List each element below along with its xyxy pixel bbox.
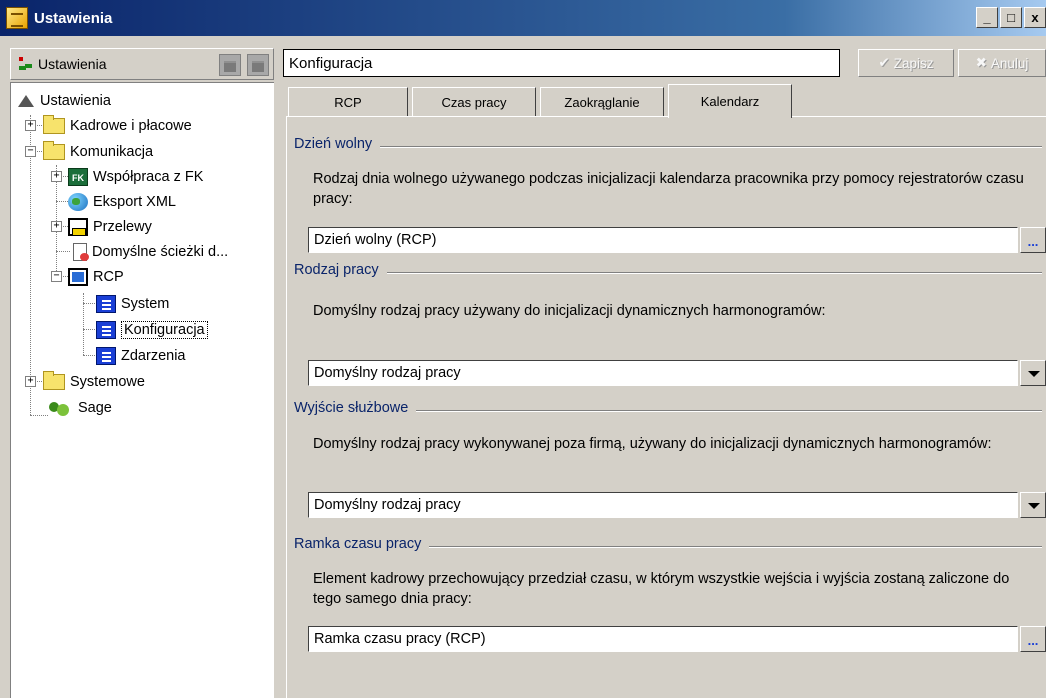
chevron-down-icon[interactable]: [1020, 360, 1046, 386]
globe-icon: [68, 193, 88, 211]
fk-icon: FK: [68, 168, 88, 186]
tab-kalendarz[interactable]: Kalendarz: [668, 84, 792, 118]
tree-node-label: Konfiguracja: [121, 321, 208, 339]
folder-icon: [43, 371, 65, 390]
rodzaj-pracy-select[interactable]: Domyślny rodzaj pracy: [308, 360, 1018, 386]
group-divider: [296, 146, 1042, 148]
ramka-browse-button[interactable]: ...: [1020, 626, 1046, 652]
settings-tree-icon: [17, 94, 35, 108]
dzien-wolny-field[interactable]: Dzień wolny (RCP): [308, 227, 1018, 253]
printer-icon: [68, 218, 88, 236]
cancel-icon: ✖: [975, 55, 987, 70]
cancel-button[interactable]: ✖ Anuluj: [958, 49, 1046, 77]
tree-node-eksport[interactable]: Eksport XML: [68, 191, 176, 213]
ramka-field[interactable]: Ramka czasu pracy (RCP): [308, 626, 1018, 652]
tree-node-label: Zdarzenia: [121, 348, 186, 364]
folder-action-icon[interactable]: [219, 54, 241, 76]
tree-node-sage[interactable]: Sage: [49, 397, 112, 419]
tree-node-label: Systemowe: [70, 374, 145, 390]
pane-splitter[interactable]: [276, 44, 284, 698]
tree-node-label: Przelewy: [93, 219, 152, 235]
list-icon: [96, 295, 116, 313]
app-icon: [6, 7, 28, 29]
tree-node-konfiguracja[interactable]: Konfiguracja: [96, 319, 208, 341]
expand-toggle[interactable]: +: [25, 120, 36, 131]
settings-tree[interactable]: Ustawienia + Kadrowe i płacowe − Komunik…: [10, 82, 274, 698]
rcp-device-icon: [68, 268, 88, 286]
tree-node-przelewy[interactable]: Przelewy: [68, 216, 152, 238]
tree-node-label: Kadrowe i płacowe: [70, 118, 192, 134]
collapse-toggle[interactable]: −: [25, 146, 36, 157]
list-icon: [96, 321, 116, 339]
group-title-ramka: Ramka czasu pracy: [294, 536, 430, 552]
tree-node-label: Współpraca z FK: [93, 169, 204, 185]
tree-node-label: Komunikacja: [70, 144, 154, 160]
tree-node-kadrowe[interactable]: Kadrowe i płacowe: [43, 115, 192, 137]
folder-icon: [43, 141, 65, 160]
sage-logo-icon: [49, 399, 73, 417]
tree-node-label: Domyślne ścieżki d...: [92, 244, 229, 260]
group-description: Element kadrowy przechowujący przedział …: [313, 571, 1010, 607]
dzien-wolny-browse-button[interactable]: ...: [1020, 227, 1046, 253]
tree-node-system[interactable]: System: [96, 293, 169, 315]
tree-node-label: Sage: [78, 400, 112, 416]
wyjscie-sluzbowe-select[interactable]: Domyślny rodzaj pracy: [308, 492, 1018, 518]
tree-node-zdarzenia[interactable]: Zdarzenia: [96, 345, 185, 367]
group-description: Rodzaj dnia wolnego używanego podczas in…: [313, 171, 1024, 207]
tree-node-sciezki[interactable]: Domyślne ścieżki d...: [73, 241, 228, 263]
tree-node-komunikacja[interactable]: Komunikacja: [43, 141, 153, 163]
tree-toolbar-label: Ustawienia: [38, 56, 107, 72]
tree-node-rcp[interactable]: RCP: [68, 266, 124, 288]
tab-zaokraglanie[interactable]: Zaokrąglanie: [540, 87, 664, 117]
list-icon: [96, 347, 116, 365]
expand-toggle[interactable]: +: [51, 171, 62, 182]
tree-node-label: RCP: [93, 269, 124, 285]
save-button[interactable]: ✔ Zapisz: [858, 49, 954, 77]
tab-czas-pracy[interactable]: Czas pracy: [412, 87, 536, 117]
tree-node-label: Ustawienia: [40, 93, 111, 109]
tree-node-wspolpraca[interactable]: FK Współpraca z FK: [68, 166, 203, 188]
collapse-toggle[interactable]: −: [51, 271, 62, 282]
folder-icon: [43, 115, 65, 134]
chevron-down-icon[interactable]: [1020, 492, 1046, 518]
folder-action-icon-2[interactable]: [247, 54, 269, 76]
group-title-rodzaj-pracy: Rodzaj pracy: [294, 262, 387, 278]
group-title-wyjscie-sluzbowe: Wyjście służbowe: [294, 400, 417, 416]
tree-node-ustawienia[interactable]: Ustawienia: [17, 90, 111, 112]
group-title-dzien-wolny: Dzień wolny: [294, 136, 381, 152]
tree-node-label: System: [121, 296, 170, 312]
expand-toggle[interactable]: +: [51, 221, 62, 232]
tree-toolbar: Ustawienia: [10, 48, 274, 80]
title-bar[interactable]: Ustawienia _ □ x: [0, 0, 1046, 36]
tree-node-label: Eksport XML: [93, 194, 176, 210]
maximize-button[interactable]: □: [1000, 7, 1022, 28]
group-description: Domyślny rodzaj pracy wykonywanej poza f…: [313, 436, 992, 452]
check-icon: ✔: [878, 55, 890, 70]
document-icon: [73, 243, 89, 261]
minimize-button[interactable]: _: [976, 7, 998, 28]
window-title: Ustawienia: [34, 9, 113, 27]
page-title: Konfiguracja: [283, 49, 840, 77]
expand-toggle[interactable]: +: [25, 376, 36, 387]
tab-rcp[interactable]: RCP: [288, 87, 408, 117]
tree-logo-icon: [19, 57, 33, 71]
group-description: Domyślny rodzaj pracy używany do inicjal…: [313, 303, 826, 319]
tree-node-systemowe[interactable]: Systemowe: [43, 371, 145, 393]
group-divider: [296, 272, 1042, 274]
close-button[interactable]: x: [1024, 7, 1046, 28]
